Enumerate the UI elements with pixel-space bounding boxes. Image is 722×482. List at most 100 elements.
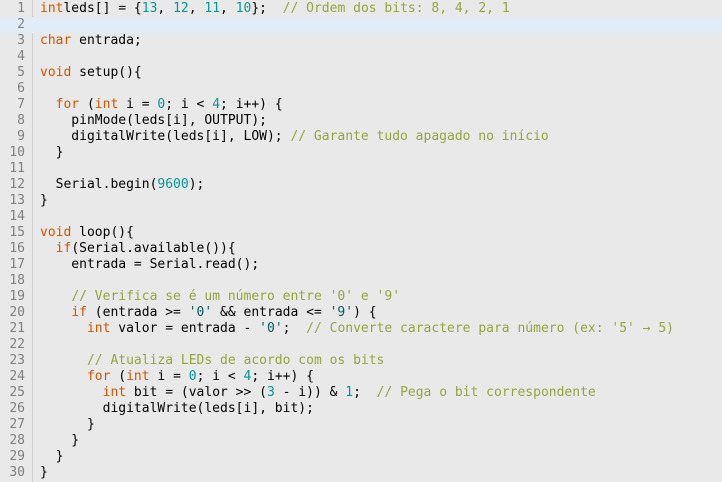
line-number: 14 (9, 209, 25, 224)
line-number: 13 (9, 193, 25, 208)
code-token: valor = entrada - (110, 321, 260, 336)
code-line-23[interactable]: 23 // Atualiza LEDs de acordo com os bit… (0, 353, 722, 369)
code-token: '0' (259, 321, 283, 336)
code-token: int (94, 97, 119, 112)
code-line-27[interactable]: 27 } (0, 417, 722, 433)
code-line-20[interactable]: 20 if (entrada >= '0' && entrada <= '9')… (0, 305, 722, 321)
code-text: for (int i = 0; i < 4; i++) { (40, 369, 314, 385)
line-number: 4 (17, 49, 25, 64)
code-line-14[interactable]: 14 (0, 209, 722, 225)
code-token: (Serial.available()){ (71, 241, 236, 256)
code-line-4[interactable]: 4 (0, 49, 722, 65)
code-text: // Verifica se é um número entre '0' e '… (40, 289, 400, 305)
code-token: ) { (353, 305, 377, 320)
code-token: pinMode(leds[i], OUTPUT); (40, 113, 267, 128)
code-token: } (40, 145, 64, 160)
code-token: 0 (188, 369, 197, 384)
code-token: , (188, 1, 205, 16)
line-number: 27 (9, 417, 25, 432)
line-number: 10 (9, 145, 25, 160)
code-token: ; i < (165, 97, 213, 112)
code-line-28[interactable]: 28 } (0, 433, 722, 449)
code-text: intleds[] = {13, 12, 11, 10}; // Ordem d… (40, 1, 510, 17)
code-line-22[interactable]: 22 (0, 337, 722, 353)
code-line-2[interactable]: 2 (0, 17, 722, 33)
line-number: 11 (9, 161, 25, 176)
line-number: 28 (9, 433, 25, 448)
code-line-1[interactable]: 1 intleds[] = {13, 12, 11, 10}; // Ordem … (0, 1, 722, 17)
line-number: 18 (9, 273, 25, 288)
line-number: 15 (9, 225, 25, 240)
code-line-5[interactable]: 5 void setup(){ (0, 65, 722, 81)
code-line-30[interactable]: 30} (0, 465, 722, 481)
code-line-24[interactable]: 24 for (int i = 0; i < 4; i++) { (0, 369, 722, 385)
code-line-29[interactable]: 29 } (0, 449, 722, 465)
code-line-11[interactable]: 11 (0, 161, 722, 177)
code-text: } (40, 433, 79, 449)
code-line-25[interactable]: 25 int bit = (valor >> (3 - i)) & 1; // … (0, 385, 722, 401)
code-token: '0' (188, 305, 213, 320)
code-text: digitalWrite(leds[i], bit); (40, 401, 314, 417)
code-text: pinMode(leds[i], OUTPUT); (40, 113, 267, 129)
line-number: 23 (9, 353, 25, 368)
code-text: } (40, 193, 48, 209)
code-line-12[interactable]: 12 Serial.begin(9600); (0, 177, 722, 193)
code-token: int (102, 385, 127, 400)
line-number: 3 (17, 33, 25, 48)
code-token: 10 (235, 1, 252, 16)
line-number: 6 (17, 81, 25, 96)
code-line-17[interactable]: 17 entrada = Serial.read(); (0, 257, 722, 273)
line-number: 29 (9, 449, 25, 464)
code-token: 11 (204, 1, 221, 16)
code-line-16[interactable]: 16 if(Serial.available()){ (0, 241, 722, 257)
line-number: 9 (17, 129, 25, 144)
line-number: 30 (9, 465, 25, 480)
code-token: entrada; (71, 33, 142, 48)
code-text: Serial.begin(9600); (40, 177, 205, 193)
code-token: 3 (267, 385, 275, 400)
code-token: && entrada <= (212, 305, 330, 320)
code-line-10[interactable]: 10 } (0, 145, 722, 161)
line-number: 24 (9, 369, 25, 384)
line-number: 22 (9, 337, 25, 352)
code-token: , (220, 1, 236, 16)
code-token: ( (79, 97, 95, 112)
code-token: '9' (329, 305, 354, 320)
code-token: int (40, 1, 64, 16)
code-line-9[interactable]: 9 digitalWrite(leds[i], LOW); // Garante… (0, 129, 722, 145)
line-number: 20 (9, 305, 25, 320)
code-token: // Pega o bit correspondente (376, 385, 596, 400)
code-token: } (40, 465, 48, 480)
code-line-18[interactable]: 18 (0, 273, 722, 289)
code-text: if (entrada >= '0' && entrada <= '9') { (40, 305, 377, 321)
code-token: for (55, 97, 80, 112)
code-line-21[interactable]: 21 int valor = entrada - '0'; // Convert… (0, 321, 722, 337)
code-token: void (40, 65, 72, 80)
code-token: 4 (212, 97, 221, 112)
code-token: // Atualiza LEDs de acordo com os bits (86, 353, 385, 368)
code-line-15[interactable]: 15 void loop(){ (0, 225, 722, 241)
code-token: 9600 (157, 177, 189, 192)
code-line-8[interactable]: 8 pinMode(leds[i], OUTPUT); (0, 113, 722, 129)
line-number: 16 (9, 241, 25, 256)
code-editor[interactable]: 1 intleds[] = {13, 12, 11, 10}; // Ordem … (0, 0, 722, 482)
code-text: for (int i = 0; i < 4; i++) { (40, 97, 283, 113)
code-line-13[interactable]: 13} (0, 193, 722, 209)
code-line-3[interactable]: 3 char entrada; (0, 33, 722, 49)
code-line-26[interactable]: 26 digitalWrite(leds[i], bit); (0, 401, 722, 417)
code-token: leds[] = { (63, 1, 142, 16)
code-text: } (40, 449, 64, 465)
code-token: 1 (345, 385, 354, 400)
code-text: void loop(){ (40, 225, 134, 241)
code-line-19[interactable]: 19 // Verifica se é um número entre '0' … (0, 289, 722, 305)
code-line-7[interactable]: 7 for (int i = 0; i < 4; i++) { (0, 97, 722, 113)
code-token: i = (118, 97, 158, 112)
code-text: entrada = Serial.read(); (40, 257, 259, 273)
code-line-6[interactable]: 6 (0, 81, 722, 97)
code-text: int valor = entrada - '0'; // Converte c… (40, 321, 674, 337)
code-token: // Garante tudo apagado no início (290, 129, 549, 144)
